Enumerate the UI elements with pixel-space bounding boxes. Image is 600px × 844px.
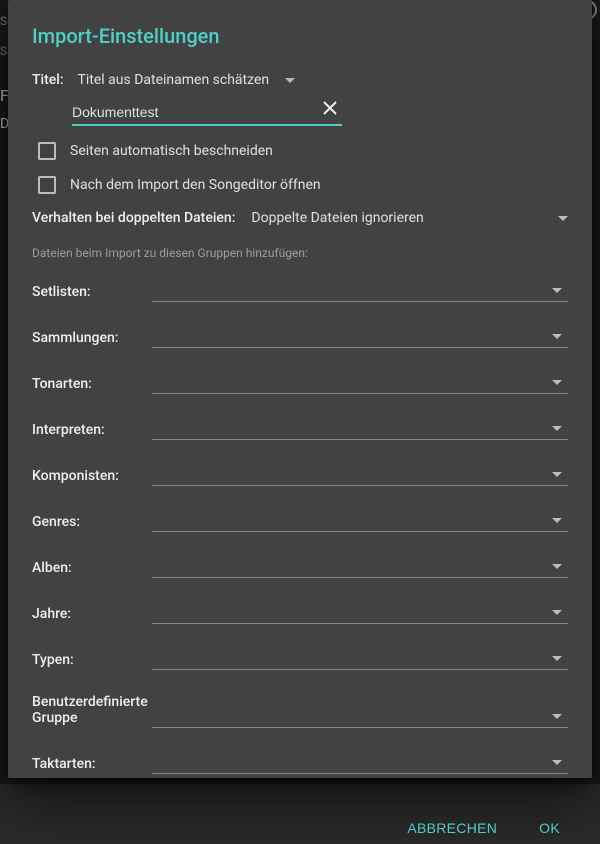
chevron-down-icon [552,760,562,765]
title-input-row [72,98,342,126]
field-dropdown[interactable] [152,418,568,440]
field-label: Jahre: [32,606,152,624]
field-dropdown[interactable] [152,326,568,348]
field-dropdown[interactable] [152,752,568,774]
field-label: Taktarten: [32,756,152,774]
field-label: Benutzerdefinierte Gruppe [32,694,152,728]
open-editor-checkbox[interactable]: Nach dem Import den Songeditor öffnen [38,176,568,194]
chevron-down-icon [552,380,562,385]
clear-input-button[interactable] [322,100,338,119]
title-label: Titel: [32,72,64,88]
ok-button[interactable]: OK [531,812,568,844]
field-dropdown[interactable] [152,464,568,486]
field-row: Taktarten: [32,752,568,774]
chevron-down-icon [552,426,562,431]
duplicate-selected: Doppelte Dateien ignorieren [251,210,558,226]
field-row: Genres: [32,510,568,532]
chevron-down-icon [552,714,562,719]
field-label: Typen: [32,652,152,670]
dialog-title: Import-Einstellungen [32,24,568,48]
checkbox-icon [38,176,56,194]
duplicate-behavior-dropdown[interactable]: Verhalten bei doppelten Dateien: Doppelt… [32,210,568,226]
field-label: Tonarten: [32,376,152,394]
chevron-down-icon [552,334,562,339]
field-row: Sammlungen: [32,326,568,348]
field-list: Setlisten: Sammlungen: Tonarten: Interprete… [32,280,568,798]
field-dropdown[interactable] [152,648,568,670]
field-row: Typen: [32,648,568,670]
field-row: Interpreten: [32,418,568,440]
auto-crop-label: Seiten automatisch beschneiden [70,143,273,159]
chevron-down-icon [552,610,562,615]
chevron-down-icon [552,518,562,523]
auto-crop-checkbox[interactable]: Seiten automatisch beschneiden [38,142,568,160]
field-label: Komponisten: [32,468,152,486]
field-label: Setlisten: [32,284,152,302]
field-label: Genres: [32,514,152,532]
close-icon [322,100,338,116]
chevron-down-icon [552,472,562,477]
field-dropdown[interactable] [152,706,568,728]
field-row: Setlisten: [32,280,568,302]
chevron-down-icon [558,216,568,221]
chevron-down-icon [285,78,295,83]
title-mode-selected: Titel aus Dateinamen schätzen [78,72,270,88]
field-label: Interpreten: [32,422,152,440]
title-input[interactable] [72,98,342,126]
field-dropdown[interactable] [152,602,568,624]
field-label: Sammlungen: [32,330,152,348]
title-row: Titel: Titel aus Dateinamen schätzen [32,72,568,88]
field-row: Jahre: [32,602,568,624]
field-row: Alben: [32,556,568,578]
chevron-down-icon [552,288,562,293]
field-dropdown[interactable] [152,280,568,302]
field-dropdown[interactable] [152,556,568,578]
field-label: Alben: [32,560,152,578]
chevron-down-icon [552,564,562,569]
import-settings-dialog: Import-Einstellungen Titel: Titel aus Da… [8,0,592,778]
field-dropdown[interactable] [152,372,568,394]
open-editor-label: Nach dem Import den Songeditor öffnen [70,177,321,193]
chevron-down-icon [552,656,562,661]
duplicate-label: Verhalten bei doppelten Dateien: [32,210,235,226]
title-mode-dropdown[interactable]: Titel aus Dateinamen schätzen [78,72,296,88]
field-row: Benutzerdefinierte Gruppe [32,694,568,728]
checkbox-icon [38,142,56,160]
field-row: Tonarten: [32,372,568,394]
dialog-actions: ABBRECHEN OK [32,812,568,844]
field-dropdown[interactable] [152,510,568,532]
field-row: Komponisten: [32,464,568,486]
groups-helper-text: Dateien beim Import zu diesen Gruppen hi… [32,246,568,260]
cancel-button[interactable]: ABBRECHEN [399,812,505,844]
